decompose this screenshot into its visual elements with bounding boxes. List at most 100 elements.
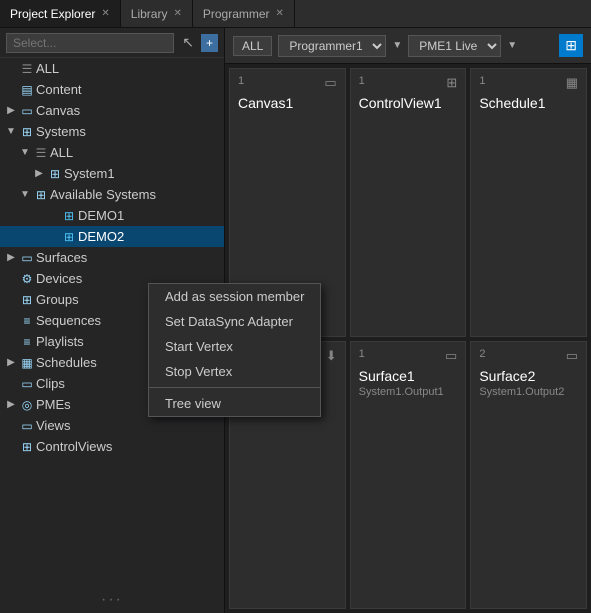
arrow-surfaces: ▶ — [4, 252, 18, 263]
card-controlview1-icon: ⊞ — [446, 75, 457, 91]
tab-library-close[interactable]: ✕ — [173, 8, 181, 19]
label-demo1: DEMO1 — [78, 208, 224, 223]
card-surface2-icon: ▭ — [566, 348, 578, 364]
label-controlviews: ControlViews — [36, 439, 224, 454]
cursor-button[interactable]: ↖ — [178, 32, 198, 53]
all-tag: ALL — [233, 36, 272, 56]
sidebar-bottom-dots: ··· — [0, 587, 224, 613]
add-button[interactable]: + — [201, 34, 218, 52]
tab-programmer-label: Programmer — [203, 7, 270, 21]
icon-systems-all: ☰ — [32, 146, 50, 160]
context-menu: Add as session member Set DataSync Adapt… — [148, 283, 321, 417]
search-input[interactable] — [6, 33, 174, 53]
card-controlview1[interactable]: 1 ⊞ ControlView1 — [350, 68, 467, 337]
icon-groups: ⊞ — [18, 293, 36, 307]
card-surface1-title: Surface1 — [359, 368, 458, 384]
pme-select[interactable]: PME1 Live — [408, 35, 501, 57]
label-all: ALL — [36, 61, 224, 76]
card-controlview1-number: 1 — [359, 75, 365, 87]
sidebar-item-controlviews[interactable]: ⊞ ControlViews — [0, 436, 224, 457]
sidebar-item-views[interactable]: ▭ Views — [0, 415, 224, 436]
context-menu-stop-vertex[interactable]: Stop Vertex — [149, 359, 320, 384]
card-schedule1[interactable]: 1 ▦ Schedule1 — [470, 68, 587, 337]
label-canvas: Canvas — [36, 103, 224, 118]
sidebar-item-available-systems[interactable]: ▼ ⊞ Available Systems — [0, 184, 224, 205]
context-menu-start-vertex[interactable]: Start Vertex — [149, 334, 320, 359]
card-surface2[interactable]: 2 ▭ Surface2 System1.Output2 — [470, 341, 587, 610]
programmer-select[interactable]: Programmer1 — [278, 35, 386, 57]
icon-playlists: ≡ — [18, 335, 36, 349]
card-schedule1-icon: ▦ — [566, 75, 578, 91]
card-surface1-number: 1 — [359, 348, 365, 360]
icon-surfaces: ▭ — [18, 251, 36, 265]
card-surface2-subtitle: System1.Output2 — [479, 386, 578, 398]
sidebar-item-demo2[interactable]: ⊞ DEMO2 — [0, 226, 224, 247]
icon-sequences: ≡ — [18, 314, 36, 328]
tab-project-explorer[interactable]: Project Explorer ✕ — [0, 0, 121, 27]
sidebar-item-content[interactable]: ▤ Content — [0, 79, 224, 100]
tab-library-label: Library — [131, 7, 168, 21]
card-surface1[interactable]: 1 ▭ Surface1 System1.Output1 — [350, 341, 467, 610]
label-systems-all: ALL — [50, 145, 224, 160]
sidebar-toolbar: ↖ + — [178, 32, 218, 53]
arrow-available-systems: ▼ — [18, 189, 32, 200]
card-schedule1-header: 1 ▦ — [479, 75, 578, 91]
grid-view-button[interactable]: ⊞ — [559, 34, 583, 57]
card-canvas1-number: 1 — [238, 75, 244, 87]
sidebar-item-systems[interactable]: ▼ ⊞ Systems — [0, 121, 224, 142]
sidebar-item-surfaces[interactable]: ▶ ▭ Surfaces — [0, 247, 224, 268]
icon-demo1: ⊞ — [60, 209, 78, 223]
icon-controlviews: ⊞ — [18, 440, 36, 454]
tab-library[interactable]: Library ✕ — [121, 0, 193, 27]
label-system1: System1 — [64, 166, 224, 181]
label-demo2: DEMO2 — [78, 229, 224, 244]
card-canvas1-title: Canvas1 — [238, 95, 337, 111]
tab-bar: Project Explorer ✕ Library ✕ Programmer … — [0, 0, 591, 28]
icon-schedules: ▦ — [18, 356, 36, 370]
tab-programmer[interactable]: Programmer ✕ — [193, 0, 295, 27]
icon-devices: ⚙ — [18, 272, 36, 286]
sidebar-item-all[interactable]: ☰ ALL — [0, 58, 224, 79]
context-menu-add-session[interactable]: Add as session member — [149, 284, 320, 309]
card-surface1-header: 1 ▭ — [359, 348, 458, 364]
sidebar-item-system1[interactable]: ▶ ⊞ System1 — [0, 163, 224, 184]
arrow-systems: ▼ — [4, 126, 18, 137]
toolbar-dropdown-arrow: ▼ — [392, 40, 402, 51]
card-surface1-subtitle: System1.Output1 — [359, 386, 458, 398]
arrow-pmes: ▶ — [4, 399, 18, 410]
icon-canvas: ▭ — [18, 104, 36, 118]
sidebar-item-demo1[interactable]: ⊞ DEMO1 — [0, 205, 224, 226]
arrow-canvas: ▶ — [4, 105, 18, 116]
context-menu-set-datasync[interactable]: Set DataSync Adapter — [149, 309, 320, 334]
tab-project-explorer-close[interactable]: ✕ — [101, 8, 109, 19]
right-toolbar: ALL Programmer1 ▼ PME1 Live ▼ ⊞ — [225, 28, 591, 64]
context-menu-tree-view[interactable]: Tree view — [149, 391, 320, 416]
label-surfaces: Surfaces — [36, 250, 224, 265]
icon-available-systems: ⊞ — [32, 188, 50, 202]
card-canvas1-header: 1 ▭ — [238, 75, 337, 91]
card-surface2-number: 2 — [479, 348, 485, 360]
icon-demo2: ⊞ — [60, 230, 78, 244]
sidebar-item-canvas[interactable]: ▶ ▭ Canvas — [0, 100, 224, 121]
label-content: Content — [36, 82, 224, 97]
arrow-systems-all: ▼ — [18, 147, 32, 158]
label-views: Views — [36, 418, 224, 433]
arrow-system1: ▶ — [32, 168, 46, 179]
tab-programmer-close[interactable]: ✕ — [276, 8, 284, 19]
icon-content: ▤ — [18, 83, 36, 97]
card-schedule1-number: 1 — [479, 75, 485, 87]
sidebar-item-systems-all[interactable]: ▼ ☰ ALL — [0, 142, 224, 163]
card-sequence1-icon: ⬇ — [326, 348, 337, 364]
icon-all: ☰ — [18, 62, 36, 76]
sidebar-search-bar: ↖ + — [0, 28, 224, 58]
card-surface1-icon: ▭ — [445, 348, 457, 364]
card-surface2-title: Surface2 — [479, 368, 578, 384]
card-surface2-header: 2 ▭ — [479, 348, 578, 364]
context-menu-divider — [149, 387, 320, 388]
arrow-schedules: ▶ — [4, 357, 18, 368]
label-available-systems: Available Systems — [50, 187, 224, 202]
icon-clips: ▭ — [18, 377, 36, 391]
card-schedule1-title: Schedule1 — [479, 95, 578, 111]
card-controlview1-header: 1 ⊞ — [359, 75, 458, 91]
icon-systems: ⊞ — [18, 125, 36, 139]
